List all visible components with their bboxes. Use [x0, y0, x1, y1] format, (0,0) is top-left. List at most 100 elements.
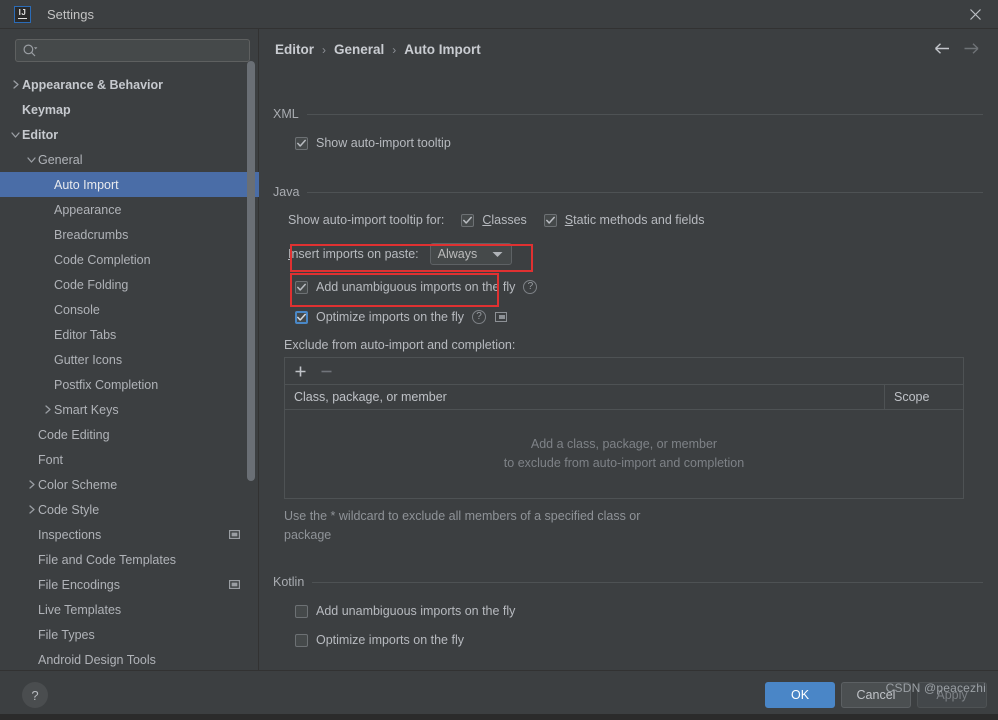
breadcrumb: Editor › General › Auto Import: [275, 42, 481, 57]
sidebar-item-auto-import[interactable]: Auto Import: [0, 172, 259, 197]
sidebar-item-code-editing[interactable]: Code Editing: [0, 422, 259, 447]
sidebar-item-label: Code Completion: [54, 252, 151, 267]
group-divider: [306, 113, 983, 115]
column-header-class-package-member[interactable]: Class, package, or member: [285, 385, 885, 409]
sidebar-item-label: Editor: [22, 127, 59, 142]
sidebar-item-file-types[interactable]: File Types: [0, 622, 259, 647]
breadcrumb-part-auto-import[interactable]: Auto Import: [404, 42, 481, 57]
checkbox-label: Add unambiguous imports on the fly: [316, 280, 516, 294]
breadcrumb-separator: ›: [322, 42, 326, 57]
search-field-wrapper: [15, 39, 250, 62]
insert-imports-dropdown[interactable]: Always: [429, 243, 512, 265]
checkbox-classes[interactable]: [461, 213, 475, 227]
help-button[interactable]: ?: [22, 682, 48, 708]
project-scope-icon[interactable]: [494, 312, 507, 322]
help-icon-optimize-imports[interactable]: ?: [471, 310, 486, 324]
chevron-right-icon[interactable]: [25, 480, 38, 489]
chevron-right-icon[interactable]: [25, 505, 38, 514]
checkbox-label-static-methods: Static methods and fields: [564, 213, 705, 227]
sidebar-item-console[interactable]: Console: [0, 297, 259, 322]
checkbox-kotlin-optimize-imports[interactable]: [295, 633, 308, 647]
search-input[interactable]: [15, 39, 250, 62]
sidebar-item-label: Code Folding: [54, 277, 129, 292]
breadcrumb-part-editor[interactable]: Editor: [275, 42, 314, 57]
chevron-down-icon[interactable]: [9, 131, 22, 139]
sidebar-item-code-style[interactable]: Code Style: [0, 497, 259, 522]
intellij-logo-icon: IJ: [14, 5, 31, 23]
sidebar-item-live-templates[interactable]: Live Templates: [0, 597, 259, 622]
sidebar-item-code-completion[interactable]: Code Completion: [0, 247, 259, 272]
minus-icon[interactable]: [320, 365, 333, 378]
checkbox-kotlin-add-unambiguous-imports[interactable]: [295, 604, 308, 618]
settings-tree[interactable]: Appearance & Behavior Keymap Editor General…: [0, 72, 259, 670]
sidebar-item-appearance-behavior[interactable]: Appearance & Behavior: [0, 72, 259, 97]
apply-button[interactable]: Apply: [917, 682, 987, 708]
column-header-scope[interactable]: Scope: [885, 385, 963, 409]
group-header-xml: XML: [273, 107, 983, 121]
checkbox-row-kotlin-add-unambiguous[interactable]: Add unambiguous imports on the fly: [295, 604, 515, 618]
sidebar-item-gutter-icons[interactable]: Gutter Icons: [0, 347, 259, 372]
group-header-kotlin: Kotlin: [273, 575, 983, 589]
logo-underline: [18, 17, 27, 20]
checkbox-java-add-unambiguous-imports[interactable]: [295, 280, 308, 294]
sidebar-item-appearance[interactable]: Appearance: [0, 197, 259, 222]
checkbox-row-static-methods[interactable]: Static methods and fields: [543, 213, 705, 227]
insert-imports-on-paste-row: Insert imports on paste: Always: [288, 243, 512, 265]
checkbox-row-java-add-unambiguous[interactable]: Add unambiguous imports on the fly ?: [295, 280, 538, 294]
sidebar-item-label: File Types: [38, 627, 95, 642]
sidebar-item-editor-tabs[interactable]: Editor Tabs: [0, 322, 259, 347]
sidebar-item-editor[interactable]: Editor: [0, 122, 259, 147]
window-titlebar: IJ Settings: [0, 0, 998, 29]
dropdown-value: Always: [437, 247, 478, 261]
checkbox-xml-show-auto-import-tooltip[interactable]: [295, 136, 308, 150]
checkbox-label: Optimize imports on the fly: [316, 310, 464, 324]
sidebar-item-label: Inspections: [38, 527, 102, 542]
checkbox-row-classes[interactable]: Classes: [461, 213, 527, 227]
sidebar-item-breadcrumbs[interactable]: Breadcrumbs: [0, 222, 259, 247]
sidebar-item-label: Live Templates: [38, 602, 122, 617]
arrow-left-icon[interactable]: [934, 42, 951, 58]
checkbox-row-kotlin-optimize-imports[interactable]: Optimize imports on the fly: [295, 633, 464, 647]
settings-content: XML Show auto-import tooltip Java Show a…: [260, 73, 998, 670]
sidebar-item-label: Code Style: [38, 502, 100, 517]
exclude-table-empty-state: Add a class, package, or member to exclu…: [285, 410, 963, 497]
chevron-down-icon[interactable]: [25, 156, 38, 164]
help-icon-add-unambiguous[interactable]: ?: [523, 280, 538, 294]
sidebar-item-keymap[interactable]: Keymap: [0, 97, 259, 122]
checkbox-row-java-optimize-imports[interactable]: Optimize imports on the fly ?: [295, 310, 507, 324]
sidebar-item-inspections[interactable]: Inspections: [0, 522, 259, 547]
exclude-table-header: Class, package, or member Scope: [285, 385, 963, 410]
chevron-right-icon[interactable]: [41, 405, 54, 414]
sidebar-item-file-and-code-templates[interactable]: File and Code Templates: [0, 547, 259, 572]
sidebar-item-label: Console: [54, 302, 100, 317]
group-title-java: Java: [273, 185, 300, 199]
sidebar-item-font[interactable]: Font: [0, 447, 259, 472]
sidebar-item-general[interactable]: General: [0, 147, 259, 172]
checkbox-java-optimize-imports[interactable]: [295, 310, 308, 324]
cancel-button[interactable]: Cancel: [841, 682, 911, 708]
settings-sidebar: Appearance & Behavior Keymap Editor General…: [0, 29, 259, 670]
arrow-right-icon[interactable]: [963, 42, 980, 58]
sidebar-item-file-encodings[interactable]: File Encodings: [0, 572, 259, 597]
settings-main-panel: Editor › General › Auto Import XML Show auto…: [260, 29, 998, 670]
sidebar-item-color-scheme[interactable]: Color Scheme: [0, 472, 259, 497]
checkbox-static-methods-and-fields[interactable]: [543, 213, 557, 227]
exclude-table[interactable]: Class, package, or member Scope Add a cl…: [284, 357, 964, 499]
sidebar-item-android-design-tools[interactable]: Android Design Tools: [0, 647, 259, 670]
checkbox-label: Show auto-import tooltip: [316, 136, 451, 150]
sidebar-item-label: Auto Import: [54, 177, 119, 192]
plus-icon[interactable]: [294, 365, 307, 378]
sidebar-scrollbar[interactable]: [247, 61, 255, 481]
sidebar-item-label: Gutter Icons: [54, 352, 123, 367]
chevron-right-icon[interactable]: [9, 80, 22, 89]
sidebar-item-code-folding[interactable]: Code Folding: [0, 272, 259, 297]
sidebar-item-smart-keys[interactable]: Smart Keys: [0, 397, 259, 422]
sidebar-item-label: Appearance: [54, 202, 122, 217]
breadcrumb-part-general[interactable]: General: [334, 42, 384, 57]
checkbox-label: Optimize imports on the fly: [316, 633, 464, 647]
sidebar-item-label: Code Editing: [38, 427, 110, 442]
ok-button[interactable]: OK: [765, 682, 835, 708]
close-icon[interactable]: [952, 0, 998, 28]
sidebar-item-postfix-completion[interactable]: Postfix Completion: [0, 372, 259, 397]
checkbox-row-xml-show-tooltip[interactable]: Show auto-import tooltip: [295, 136, 451, 150]
